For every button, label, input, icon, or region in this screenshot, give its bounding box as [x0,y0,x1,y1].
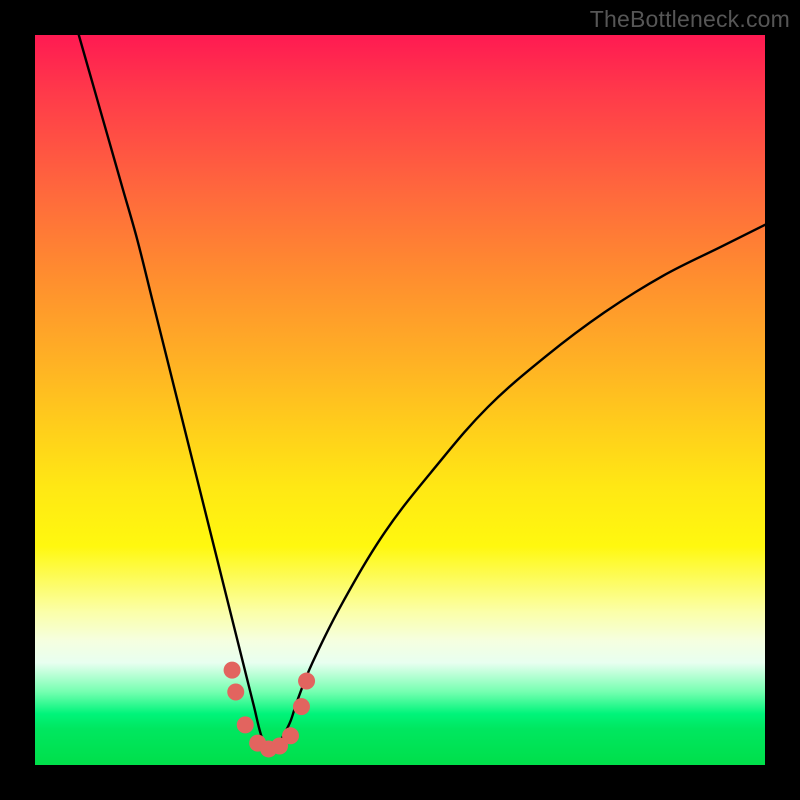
data-marker [298,673,315,690]
data-marker [282,727,299,744]
marker-layer [224,662,315,758]
data-marker [227,684,244,701]
chart-svg [35,35,765,765]
data-marker [224,662,241,679]
curve-layer [79,35,765,752]
data-marker [237,716,254,733]
watermark-text: TheBottleneck.com [590,6,790,33]
chart-frame: TheBottleneck.com [0,0,800,800]
bottleneck-curve [79,35,765,752]
data-marker [293,698,310,715]
plot-area [35,35,765,765]
